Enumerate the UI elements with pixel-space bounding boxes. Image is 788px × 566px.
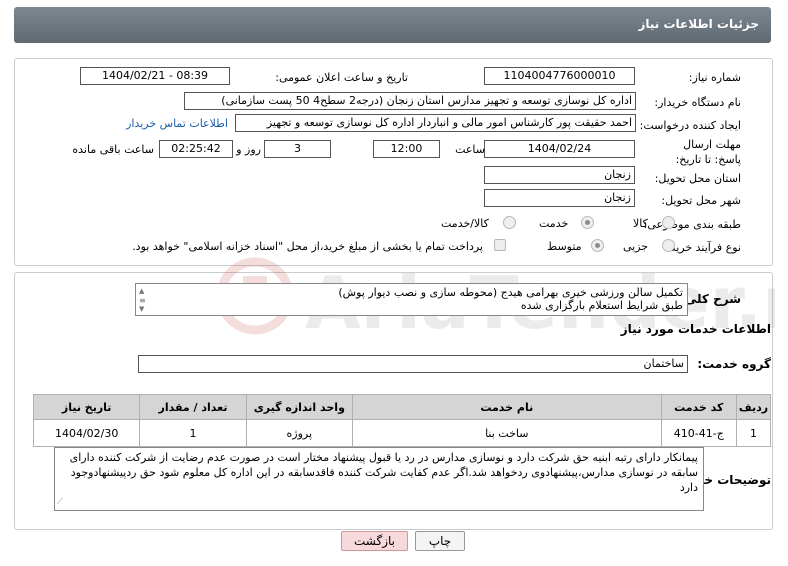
col-service-name: نام خدمت [351,394,662,420]
scroll-down-icon[interactable]: ▼ [139,303,144,315]
days-label: روز و [236,143,261,156]
treasury-payment-checkbox[interactable] [494,239,506,251]
city-label: شهر محل تحویل: [661,194,741,207]
process-radio-medium[interactable] [591,239,604,252]
services-table-header: ردیف کد خدمت نام خدمت واحد اندازه گیری ت… [32,394,772,420]
summary-textarea[interactable]: تکمیل سالن ورزشی خیری بهرامی هیدج (محوطه… [135,283,688,316]
need-details-panel [14,58,773,266]
deadline-time-field: 12:00 [373,140,440,158]
announce-date-field: 1404/02/21 - 08:39 [80,67,230,85]
services-table: ردیف کد خدمت نام خدمت واحد اندازه گیری ت… [32,394,772,447]
province-field: زنجان [484,166,635,184]
category-radio-goods[interactable] [662,216,675,229]
treasury-payment-note: پرداخت تمام یا بخشی از مبلغ خرید،از محل … [132,240,483,253]
summary-line-1: تکمیل سالن ورزشی خیری بهرامی هیدج (محوطه… [338,286,683,299]
summary-line-2: طبق شرایط استعلام بارگزاری شده [520,299,683,312]
buyer-org-field: اداره کل نوسازی توسعه و تجهیز مدارس استا… [184,92,636,110]
resize-grip-icon[interactable]: ⟋ [57,495,63,510]
service-group-field: ساختمان [138,355,688,373]
buyer-org-label: نام دستگاه خریدار: [654,96,741,109]
days-remaining-field: 3 [264,140,331,158]
cell-service-code: ج-41-410 [660,419,737,447]
remaining-time-label: ساعت باقی مانده [72,143,154,156]
cell-unit: پروژه [245,419,353,447]
creator-field: احمد حقیقت پور کارشناس امور مالی و انبار… [235,114,636,132]
need-number-field: 1104004776000010 [484,67,635,85]
province-label: استان محل تحویل: [654,172,741,185]
buyer-notes-textarea[interactable]: پیمانکار دارای رتبه ابنیه حق شرکت دارد و… [54,447,704,511]
buyer-contact-link[interactable]: اطلاعات تماس خریدار [126,117,228,130]
remaining-time-field: 02:25:42 [159,140,233,158]
city-field: زنجان [484,189,635,207]
cell-row-number: 1 [735,419,772,447]
process-option-medium: متوسط [547,240,582,253]
cell-service-name: ساخت بنا [351,419,662,447]
cell-quantity: 1 [139,419,247,447]
col-row-number: ردیف [735,394,772,420]
need-number-label: شماره نیاز: [688,71,741,84]
buyer-notes-text: پیمانکار دارای رتبه ابنیه حق شرکت دارد و… [69,451,698,494]
page-header: جزئیات اطلاعات نیاز [14,7,771,43]
col-quantity: تعداد / مقدار [139,394,247,420]
announce-date-label: تاریخ و ساعت اعلان عمومی: [275,71,408,84]
creator-label: ایجاد کننده درخواست: [639,119,741,132]
services-section-title: اطلاعات خدمات مورد نیاز [620,322,771,336]
page-title: جزئیات اطلاعات نیاز [638,17,759,31]
back-button[interactable]: بازگشت [341,531,408,551]
category-option-goods-service: کالا/خدمت [441,217,489,230]
category-radio-goods-service[interactable] [503,216,516,229]
col-need-date: تاریخ نیاز [32,394,141,420]
cell-need-date: 1404/02/30 [32,419,141,447]
process-option-minor: جزیی [623,240,649,253]
print-button[interactable]: چاپ [415,531,465,551]
category-option-goods: کالا [633,217,648,230]
category-radio-service[interactable] [581,216,594,229]
col-service-code: کد خدمت [660,394,737,420]
deadline-label: مهلت ارسال پاسخ: تا تاریخ: [675,138,741,166]
col-unit: واحد اندازه گیری [245,394,353,420]
deadline-date-field: 1404/02/24 [484,140,635,158]
category-label: طبقه بندی موضوعی: [643,218,741,231]
service-group-label: گروه خدمت: [697,357,771,371]
process-radio-minor[interactable] [662,239,675,252]
category-option-service: خدمت [539,217,569,230]
deadline-time-label: ساعت [455,143,485,156]
table-row[interactable]: 1 ج-41-410 ساخت بنا پروژه 1 1404/02/30 [32,419,772,447]
process-type-label: نوع فرآیند خرید : [663,241,741,254]
